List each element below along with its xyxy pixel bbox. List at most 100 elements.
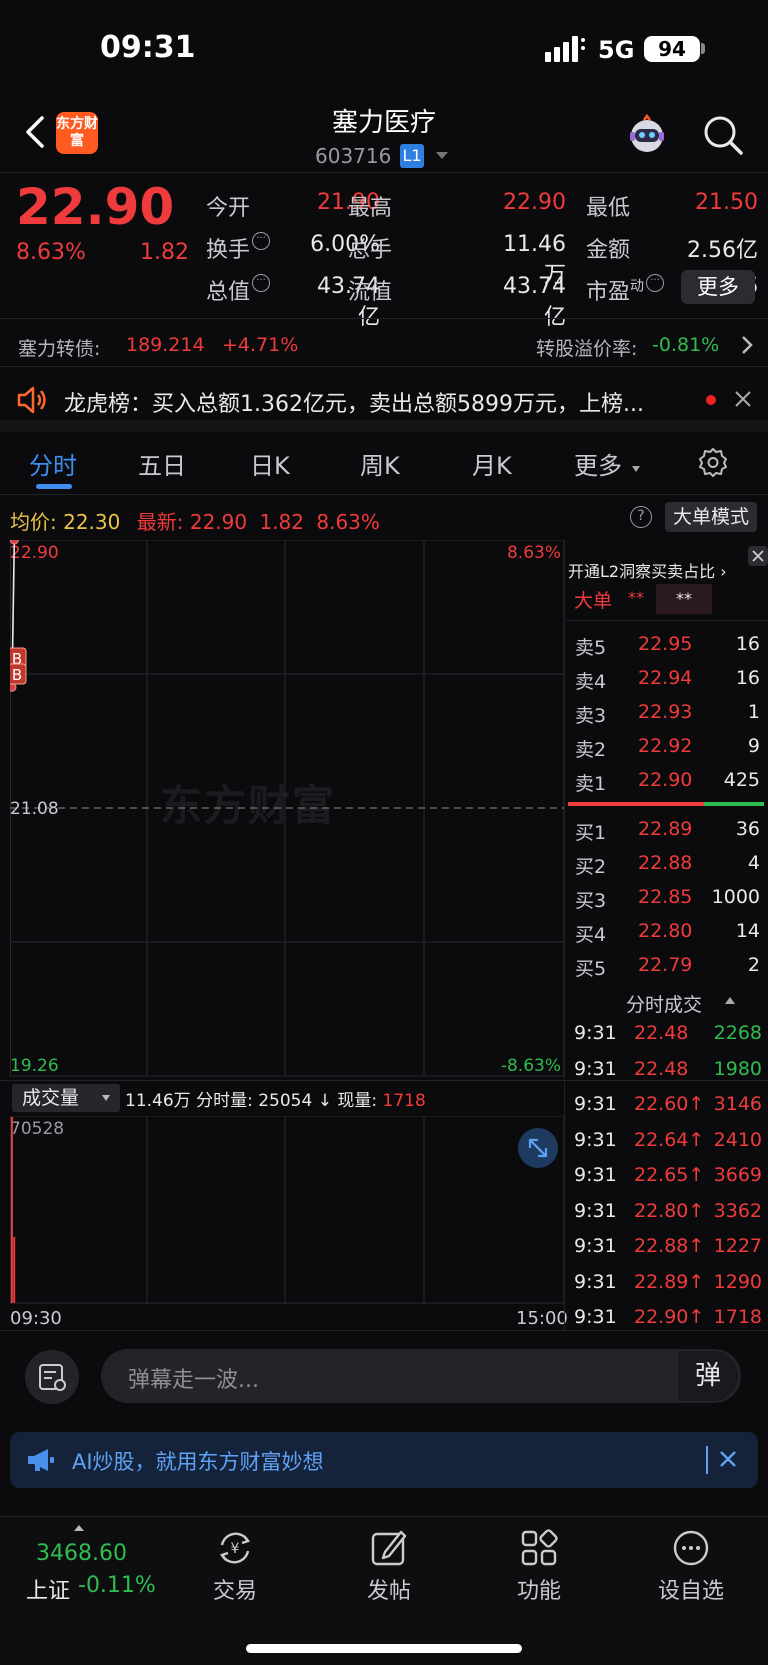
- level-badge[interactable]: L1: [400, 144, 424, 168]
- post-icon[interactable]: [368, 1527, 410, 1569]
- nav-trade[interactable]: 交易: [190, 1573, 280, 1605]
- chevron-up-icon[interactable]: [725, 997, 735, 1004]
- price-bottom-label: 19.26: [10, 1056, 59, 1076]
- bond-price[interactable]: 189.214: [126, 334, 205, 356]
- close-icon[interactable]: [734, 390, 752, 408]
- index-expand-icon[interactable]: [74, 1525, 84, 1531]
- bids-label[interactable]: 买4: [575, 920, 606, 947]
- asks-volume[interactable]: 9: [700, 735, 760, 757]
- asks-volume[interactable]: 425: [700, 769, 760, 791]
- tick-volume: 1980: [713, 1057, 762, 1080]
- big-order-mode-button[interactable]: 大单模式: [665, 502, 757, 532]
- stat-label[interactable]: 换手 ···: [206, 232, 271, 264]
- bond-label[interactable]: 塞力转债:: [18, 334, 100, 361]
- tick-time: 9:31: [574, 1235, 617, 1257]
- expand-icon[interactable]: [518, 1128, 558, 1168]
- tick-volume: 2268: [713, 1022, 762, 1044]
- trade-markers[interactable]: BB: [10, 647, 27, 685]
- asks-label[interactable]: 卖2: [575, 735, 606, 762]
- apps-icon[interactable]: [518, 1527, 560, 1569]
- bids-volume[interactable]: 36: [700, 818, 760, 840]
- signal-icon: [545, 36, 585, 62]
- change-amount: 1.82: [140, 240, 189, 265]
- current-price: 22.90: [16, 178, 175, 236]
- down-arrow-icon: ↓: [317, 1091, 332, 1111]
- ai-robot-icon[interactable]: [624, 112, 670, 158]
- intraday-chart[interactable]: 22.90 8.63% 21.08 19.26 -8.63% BB: [10, 540, 565, 1080]
- active-tab-indicator: [36, 484, 72, 489]
- tab-more[interactable]: 更多: [574, 446, 622, 481]
- asks-label[interactable]: 卖4: [575, 667, 606, 694]
- bids-label[interactable]: 买3: [575, 886, 606, 913]
- more-button[interactable]: 更多: [681, 270, 755, 304]
- premium-value[interactable]: -0.81%: [652, 334, 719, 356]
- asks-volume[interactable]: 16: [700, 667, 760, 689]
- index-name[interactable]: 上证: [26, 1573, 70, 1605]
- trade-icon[interactable]: ¥: [214, 1527, 256, 1569]
- bids-volume[interactable]: 2: [700, 954, 760, 976]
- chevron-down-icon[interactable]: [102, 1095, 110, 1101]
- index-value[interactable]: 3468.60: [36, 1541, 127, 1566]
- danmaku-send-button[interactable]: 弹: [678, 1351, 738, 1401]
- orderbook-divider: [564, 540, 565, 1330]
- home-indicator[interactable]: [246, 1644, 522, 1653]
- info-icon[interactable]: ···: [252, 232, 271, 250]
- latest-value: 22.90: [189, 510, 248, 534]
- svg-text:¥: ¥: [231, 1541, 240, 1557]
- asks-volume[interactable]: 1: [700, 701, 760, 723]
- tab-weekly-k[interactable]: 周K: [360, 446, 400, 481]
- help-icon[interactable]: ?: [630, 506, 652, 528]
- asks-label[interactable]: 卖1: [575, 769, 606, 796]
- bids-label[interactable]: 买2: [575, 852, 606, 879]
- asks-label[interactable]: 卖5: [575, 633, 606, 660]
- svg-text:B: B: [12, 666, 22, 684]
- dragon-tiger-text[interactable]: 龙虎榜：买入总额1.362亿元，卖出总额5899万元，上榜...: [64, 386, 684, 418]
- index-percent[interactable]: -0.11%: [78, 1573, 156, 1598]
- gear-icon[interactable]: [698, 447, 728, 477]
- danmaku-toggle-icon[interactable]: [25, 1350, 79, 1404]
- tick-time: 9:31: [574, 1306, 617, 1328]
- asks-label[interactable]: 卖3: [575, 701, 606, 728]
- bids-label[interactable]: 买1: [575, 818, 606, 845]
- volume-chart[interactable]: 70528: [10, 1116, 565, 1304]
- tab-intraday[interactable]: 分时: [29, 446, 77, 481]
- tick-time: 9:31: [574, 1199, 617, 1222]
- l2-upgrade-banner[interactable]: 开通L2洞察买卖占比 ›: [568, 558, 727, 582]
- bids-volume[interactable]: 1000: [700, 886, 760, 908]
- search-icon[interactable]: [700, 112, 746, 158]
- bond-percent[interactable]: +4.71%: [222, 334, 298, 356]
- tab-more-caret-icon[interactable]: [632, 466, 640, 472]
- volume-summary: 11.46万 分时量: 25054 ↓ 现量: 1718: [125, 1086, 426, 1111]
- ticks-title[interactable]: 分时成交: [626, 990, 702, 1017]
- nav-add-watch[interactable]: 设自选: [646, 1573, 736, 1605]
- bids-volume[interactable]: 4: [700, 852, 760, 874]
- battery-icon: 94: [644, 36, 700, 62]
- big-order-label: 大单: [574, 590, 613, 612]
- level-caret-icon[interactable]: [436, 152, 448, 159]
- tab-daily-k[interactable]: 日K: [250, 446, 290, 481]
- stat-label[interactable]: 总值 ···: [206, 274, 271, 306]
- stat-label[interactable]: 市盈动 ···: [586, 274, 665, 306]
- bids-label[interactable]: 买5: [575, 954, 606, 981]
- bids-volume[interactable]: 14: [700, 920, 760, 942]
- nav-post[interactable]: 发帖: [344, 1573, 434, 1605]
- danmaku-placeholder[interactable]: 弹幕走一波...: [128, 1362, 259, 1394]
- ai-banner-text[interactable]: AI炒股，就用东方财富妙想: [72, 1446, 324, 1476]
- tab-monthly-k[interactable]: 月K: [472, 446, 512, 481]
- asks-volume[interactable]: 16: [700, 633, 760, 655]
- add-watch-icon[interactable]: [670, 1527, 712, 1569]
- chevron-right-icon[interactable]: [740, 334, 754, 356]
- pct-top-label: 8.63%: [507, 543, 561, 563]
- close-icon[interactable]: [748, 546, 768, 566]
- info-icon[interactable]: ···: [646, 274, 665, 292]
- close-icon[interactable]: [718, 1449, 738, 1469]
- nav-apps[interactable]: 功能: [494, 1573, 584, 1605]
- tick-volume: 1227: [713, 1235, 762, 1257]
- current-volume-value: 1718: [382, 1091, 426, 1111]
- premium-label[interactable]: 转股溢价率:: [536, 334, 637, 361]
- price-mid-label: 21.08: [10, 799, 59, 819]
- info-icon[interactable]: ···: [252, 274, 271, 292]
- latest-label: 最新:: [136, 510, 184, 534]
- header-divider: [0, 172, 768, 173]
- tab-five-day[interactable]: 五日: [138, 446, 186, 481]
